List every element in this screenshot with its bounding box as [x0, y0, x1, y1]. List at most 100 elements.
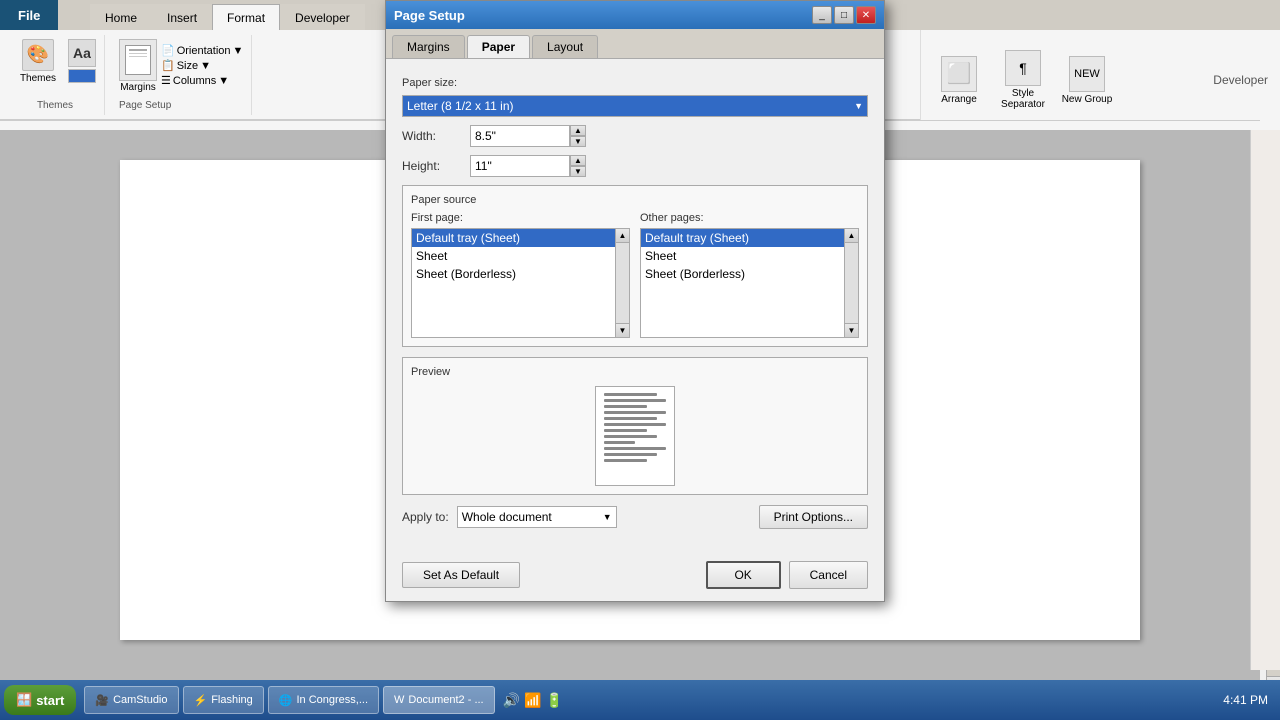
first-page-scroll-track [616, 243, 629, 323]
tab-layout[interactable]: Layout [532, 35, 598, 58]
preview-title: Preview [411, 366, 859, 378]
first-page-item-2[interactable]: Sheet (Borderless) [412, 265, 629, 283]
first-page-scroll-up[interactable]: ▲ [616, 229, 629, 243]
document2-label: Document2 - ... [408, 694, 483, 706]
preview-line-11 [604, 453, 657, 456]
other-pages-scroll-track [845, 243, 858, 323]
first-page-listbox[interactable]: Default tray (Sheet) Sheet Sheet (Border… [411, 228, 630, 338]
paper-size-select[interactable]: Letter (8 1/2 x 11 in) ▼ [402, 95, 868, 117]
sys-icon-3: 🔋 [546, 692, 563, 709]
first-page-scrollbar[interactable]: ▲ ▼ [615, 229, 629, 337]
start-icon: 🪟 [16, 692, 32, 708]
other-pages-scroll-down[interactable]: ▼ [845, 323, 858, 337]
flashing-label: Flashing [211, 694, 253, 706]
first-page-label: First page: [411, 212, 630, 224]
preview-line-8 [604, 435, 657, 438]
dialog-minimize-button[interactable]: _ [812, 6, 832, 24]
other-pages-item-1[interactable]: Sheet [641, 247, 858, 265]
first-page-item-1[interactable]: Sheet [412, 247, 629, 265]
height-decrement[interactable]: ▼ [570, 166, 586, 177]
preview-section: Preview [402, 357, 868, 495]
apply-to-row: Apply to: Whole document ▼ Print Options… [402, 505, 868, 529]
sys-icon-1: 🔊 [503, 692, 520, 709]
paper-size-row: Letter (8 1/2 x 11 in) ▼ [402, 95, 868, 117]
preview-line-5 [604, 417, 657, 420]
height-label: Height: [402, 159, 462, 173]
width-decrement[interactable]: ▼ [570, 136, 586, 147]
cancel-button[interactable]: Cancel [789, 561, 868, 589]
dialog-maximize-button[interactable]: □ [834, 6, 854, 24]
set-as-default-button[interactable]: Set As Default [402, 562, 520, 588]
preview-line-3 [604, 405, 647, 408]
page-setup-dialog: Page Setup _ □ ✕ Margins Paper Layout Pa… [385, 0, 885, 602]
paper-size-value: Letter (8 1/2 x 11 in) [407, 99, 514, 113]
preview-line-10 [604, 447, 666, 450]
tab-paper[interactable]: Paper [467, 35, 530, 58]
ok-button[interactable]: OK [706, 561, 781, 589]
dialog-overlay: Page Setup _ □ ✕ Margins Paper Layout Pa… [0, 0, 1280, 720]
dialog-body: Paper size: Letter (8 1/2 x 11 in) ▼ Wid… [386, 59, 884, 553]
incongress-label: In Congress,... [296, 694, 368, 706]
width-value: 8.5" [475, 129, 496, 143]
flashing-icon: ⚡ [194, 694, 208, 707]
preview-line-9 [604, 441, 635, 444]
camstudio-label: CamStudio [113, 694, 167, 706]
source-columns: First page: Default tray (Sheet) Sheet S… [411, 212, 859, 338]
dialog-footer: Set As Default OK Cancel [386, 553, 884, 601]
first-page-scroll-down[interactable]: ▼ [616, 323, 629, 337]
footer-left: Set As Default [402, 562, 520, 588]
paper-source-title: Paper source [411, 194, 859, 206]
start-button[interactable]: 🪟 start [4, 685, 76, 715]
taskbar-item-incongress[interactable]: 🌐 In Congress,... [268, 686, 379, 714]
other-pages-item-2[interactable]: Sheet (Borderless) [641, 265, 858, 283]
width-increment[interactable]: ▲ [570, 125, 586, 136]
preview-document [595, 386, 675, 486]
height-increment[interactable]: ▲ [570, 155, 586, 166]
dialog-titlebar: Page Setup _ □ ✕ [386, 1, 884, 29]
apply-to-value: Whole document [462, 510, 552, 524]
width-spinner-arrows: ▲ ▼ [570, 125, 586, 147]
tab-margins[interactable]: Margins [392, 35, 465, 58]
height-row: Height: 11" ▲ ▼ [402, 155, 868, 177]
taskbar: 🪟 start 🎥 CamStudio ⚡ Flashing 🌐 In Cong… [0, 680, 1280, 720]
taskbar-item-document2[interactable]: W Document2 - ... [383, 686, 495, 714]
other-pages-listbox[interactable]: Default tray (Sheet) Sheet Sheet (Border… [640, 228, 859, 338]
dialog-window-controls: _ □ ✕ [812, 6, 876, 24]
apply-to-select[interactable]: Whole document ▼ [457, 506, 617, 528]
preview-line-1 [604, 393, 657, 396]
other-pages-scrollbar[interactable]: ▲ ▼ [844, 229, 858, 337]
other-pages-col: Other pages: Default tray (Sheet) Sheet … [640, 212, 859, 338]
taskbar-item-flashing[interactable]: ⚡ Flashing [183, 686, 264, 714]
start-label: start [36, 693, 64, 708]
width-label: Width: [402, 129, 462, 143]
camstudio-icon: 🎥 [95, 694, 109, 707]
other-pages-label: Other pages: [640, 212, 859, 224]
width-spinner[interactable]: 8.5" [470, 125, 570, 147]
preview-line-2 [604, 399, 666, 402]
first-page-item-0[interactable]: Default tray (Sheet) [412, 229, 629, 247]
dialog-tabs: Margins Paper Layout [386, 29, 884, 59]
preview-line-7 [604, 429, 647, 432]
height-spinner-arrows: ▲ ▼ [570, 155, 586, 177]
height-spinner[interactable]: 11" [470, 155, 570, 177]
paper-source-section: Paper source First page: Default tray (S… [402, 185, 868, 347]
sys-icon-2: 📶 [524, 692, 541, 709]
other-pages-item-0[interactable]: Default tray (Sheet) [641, 229, 858, 247]
height-value: 11" [475, 159, 492, 173]
taskbar-system-icons: 🔊 📶 🔋 [495, 692, 571, 709]
other-pages-scroll-up[interactable]: ▲ [845, 229, 858, 243]
print-options-button[interactable]: Print Options... [759, 505, 868, 529]
preview-line-4 [604, 411, 666, 414]
incongress-icon: 🌐 [279, 694, 293, 707]
dialog-close-button[interactable]: ✕ [856, 6, 876, 24]
apply-to-arrow: ▼ [603, 512, 612, 522]
paper-size-section-label: Paper size: [402, 77, 868, 89]
taskbar-clock: 4:41 PM [1223, 693, 1276, 707]
document2-icon: W [394, 694, 404, 706]
taskbar-item-camstudio[interactable]: 🎥 CamStudio [84, 686, 178, 714]
apply-to-label: Apply to: [402, 510, 449, 524]
dialog-title: Page Setup [394, 8, 465, 23]
first-page-col: First page: Default tray (Sheet) Sheet S… [411, 212, 630, 338]
width-row: Width: 8.5" ▲ ▼ [402, 125, 868, 147]
footer-right: OK Cancel [706, 561, 868, 589]
